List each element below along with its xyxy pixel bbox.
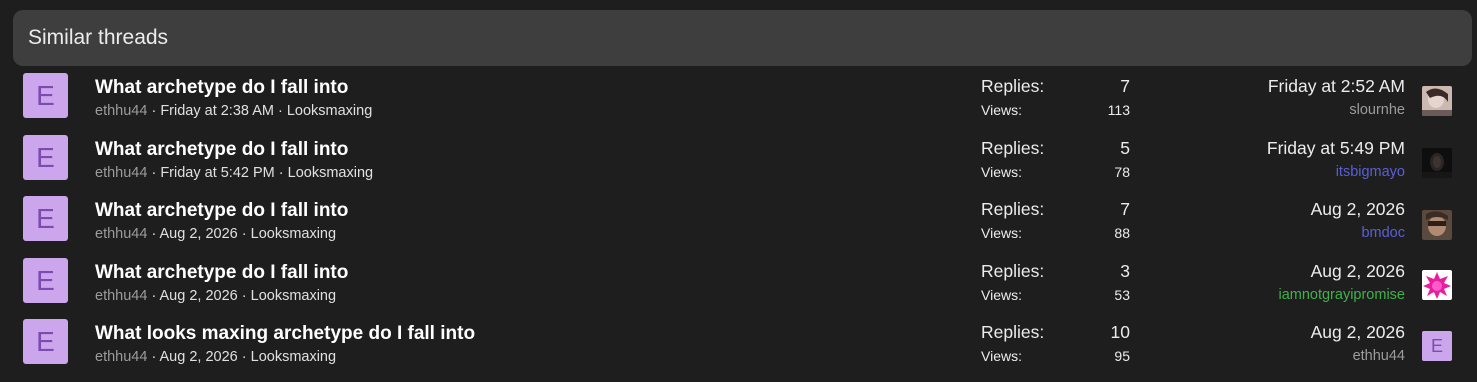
author-avatar[interactable]: E xyxy=(23,319,68,364)
thread-meta: ethhu44 · Friday at 5:42 PM · Looksmaxin… xyxy=(95,165,374,181)
replies-label: Replies: xyxy=(981,76,1045,96)
badge-icon xyxy=(1422,270,1452,300)
last-post-date[interactable]: Aug 2, 2026 xyxy=(1311,199,1405,220)
thread-author-link[interactable]: ethhu44 xyxy=(95,288,147,304)
last-poster-avatar[interactable] xyxy=(1422,148,1452,178)
last-poster-avatar[interactable] xyxy=(1422,270,1452,300)
last-post-date[interactable]: Friday at 5:49 PM xyxy=(1267,138,1405,159)
replies-count: 10 xyxy=(1110,322,1130,342)
author-avatar[interactable]: E xyxy=(23,196,68,241)
views-count: 53 xyxy=(1114,287,1130,303)
views-label: Views: xyxy=(981,225,1022,241)
thread-forum-link[interactable]: Looksmaxing xyxy=(288,165,373,181)
thread-date[interactable]: Aug 2, 2026 xyxy=(160,226,238,242)
thread-forum-link[interactable]: Looksmaxing xyxy=(251,226,336,242)
similar-threads-header: Similar threads xyxy=(13,10,1472,66)
views-label: Views: xyxy=(981,164,1022,180)
last-post-date[interactable]: Aug 2, 2026 xyxy=(1311,261,1405,282)
section-title: Similar threads xyxy=(28,26,169,49)
thread-author-link[interactable]: ethhu44 xyxy=(95,103,147,119)
author-avatar[interactable]: E xyxy=(23,258,68,303)
thread-title-link[interactable]: What archetype do I fall into xyxy=(95,200,348,222)
last-poster-link[interactable]: ethhu44 xyxy=(1353,348,1405,364)
thread-row: E What archetype do I fall into ethhu44 … xyxy=(0,72,1477,134)
last-poster-avatar[interactable] xyxy=(1422,210,1452,240)
last-poster-avatar[interactable]: E xyxy=(1422,331,1452,361)
replies-label: Replies: xyxy=(981,138,1045,158)
last-poster-link[interactable]: bmdoc xyxy=(1361,225,1405,241)
replies-label: Replies: xyxy=(981,261,1045,281)
thread-date[interactable]: Aug 2, 2026 xyxy=(160,349,238,365)
views-count: 113 xyxy=(1107,102,1130,118)
thread-row: E What archetype do I fall into ethhu44 … xyxy=(0,258,1477,320)
thread-forum-link[interactable]: Looksmaxing xyxy=(251,288,336,304)
photo-icon xyxy=(1422,86,1452,116)
thread-forum-link[interactable]: Looksmaxing xyxy=(251,349,336,365)
thread-row: E What archetype do I fall into ethhu44 … xyxy=(0,134,1477,196)
photo-icon xyxy=(1422,148,1452,178)
last-poster-link[interactable]: slournhe xyxy=(1349,102,1405,118)
last-post-date[interactable]: Friday at 2:52 AM xyxy=(1268,76,1405,97)
thread-title-link[interactable]: What looks maxing archetype do I fall in… xyxy=(95,323,475,345)
replies-count: 7 xyxy=(1120,199,1130,219)
views-label: Views: xyxy=(981,287,1022,303)
thread-title-link[interactable]: What archetype do I fall into xyxy=(95,77,348,99)
thread-row: E What archetype do I fall into ethhu44 … xyxy=(0,196,1477,258)
thread-date[interactable]: Friday at 2:38 AM xyxy=(160,103,274,119)
last-poster-link[interactable]: itsbigmayo xyxy=(1336,164,1405,180)
thread-title-link[interactable]: What archetype do I fall into xyxy=(95,139,348,161)
last-post-date[interactable]: Aug 2, 2026 xyxy=(1311,322,1405,343)
thread-row: E What looks maxing archetype do I fall … xyxy=(0,319,1477,382)
author-avatar[interactable]: E xyxy=(23,135,68,180)
thread-meta: ethhu44 · Aug 2, 2026 · Looksmaxing xyxy=(95,349,337,365)
thread-author-link[interactable]: ethhu44 xyxy=(95,349,147,365)
replies-count: 3 xyxy=(1120,261,1130,281)
views-count: 78 xyxy=(1114,164,1130,180)
replies-count: 5 xyxy=(1120,138,1130,158)
thread-meta: ethhu44 · Friday at 2:38 AM · Looksmaxin… xyxy=(95,103,373,119)
replies-label: Replies: xyxy=(981,322,1045,342)
thread-forum-link[interactable]: Looksmaxing xyxy=(287,103,372,119)
photo-icon xyxy=(1422,210,1452,240)
thread-date[interactable]: Aug 2, 2026 xyxy=(160,288,238,304)
last-poster-avatar[interactable] xyxy=(1422,86,1452,116)
thread-date[interactable]: Friday at 5:42 PM xyxy=(160,165,274,181)
views-label: Views: xyxy=(981,102,1022,118)
thread-meta: ethhu44 · Aug 2, 2026 · Looksmaxing xyxy=(95,226,337,242)
views-label: Views: xyxy=(981,348,1022,364)
replies-count: 7 xyxy=(1120,76,1130,96)
thread-meta: ethhu44 · Aug 2, 2026 · Looksmaxing xyxy=(95,288,337,304)
views-count: 95 xyxy=(1114,348,1130,364)
thread-title-link[interactable]: What archetype do I fall into xyxy=(95,262,348,284)
replies-label: Replies: xyxy=(981,199,1045,219)
views-count: 88 xyxy=(1114,225,1130,241)
author-avatar[interactable]: E xyxy=(23,73,68,118)
thread-author-link[interactable]: ethhu44 xyxy=(95,165,147,181)
thread-author-link[interactable]: ethhu44 xyxy=(95,226,147,242)
last-poster-link[interactable]: iamnotgrayipromise xyxy=(1278,287,1405,303)
